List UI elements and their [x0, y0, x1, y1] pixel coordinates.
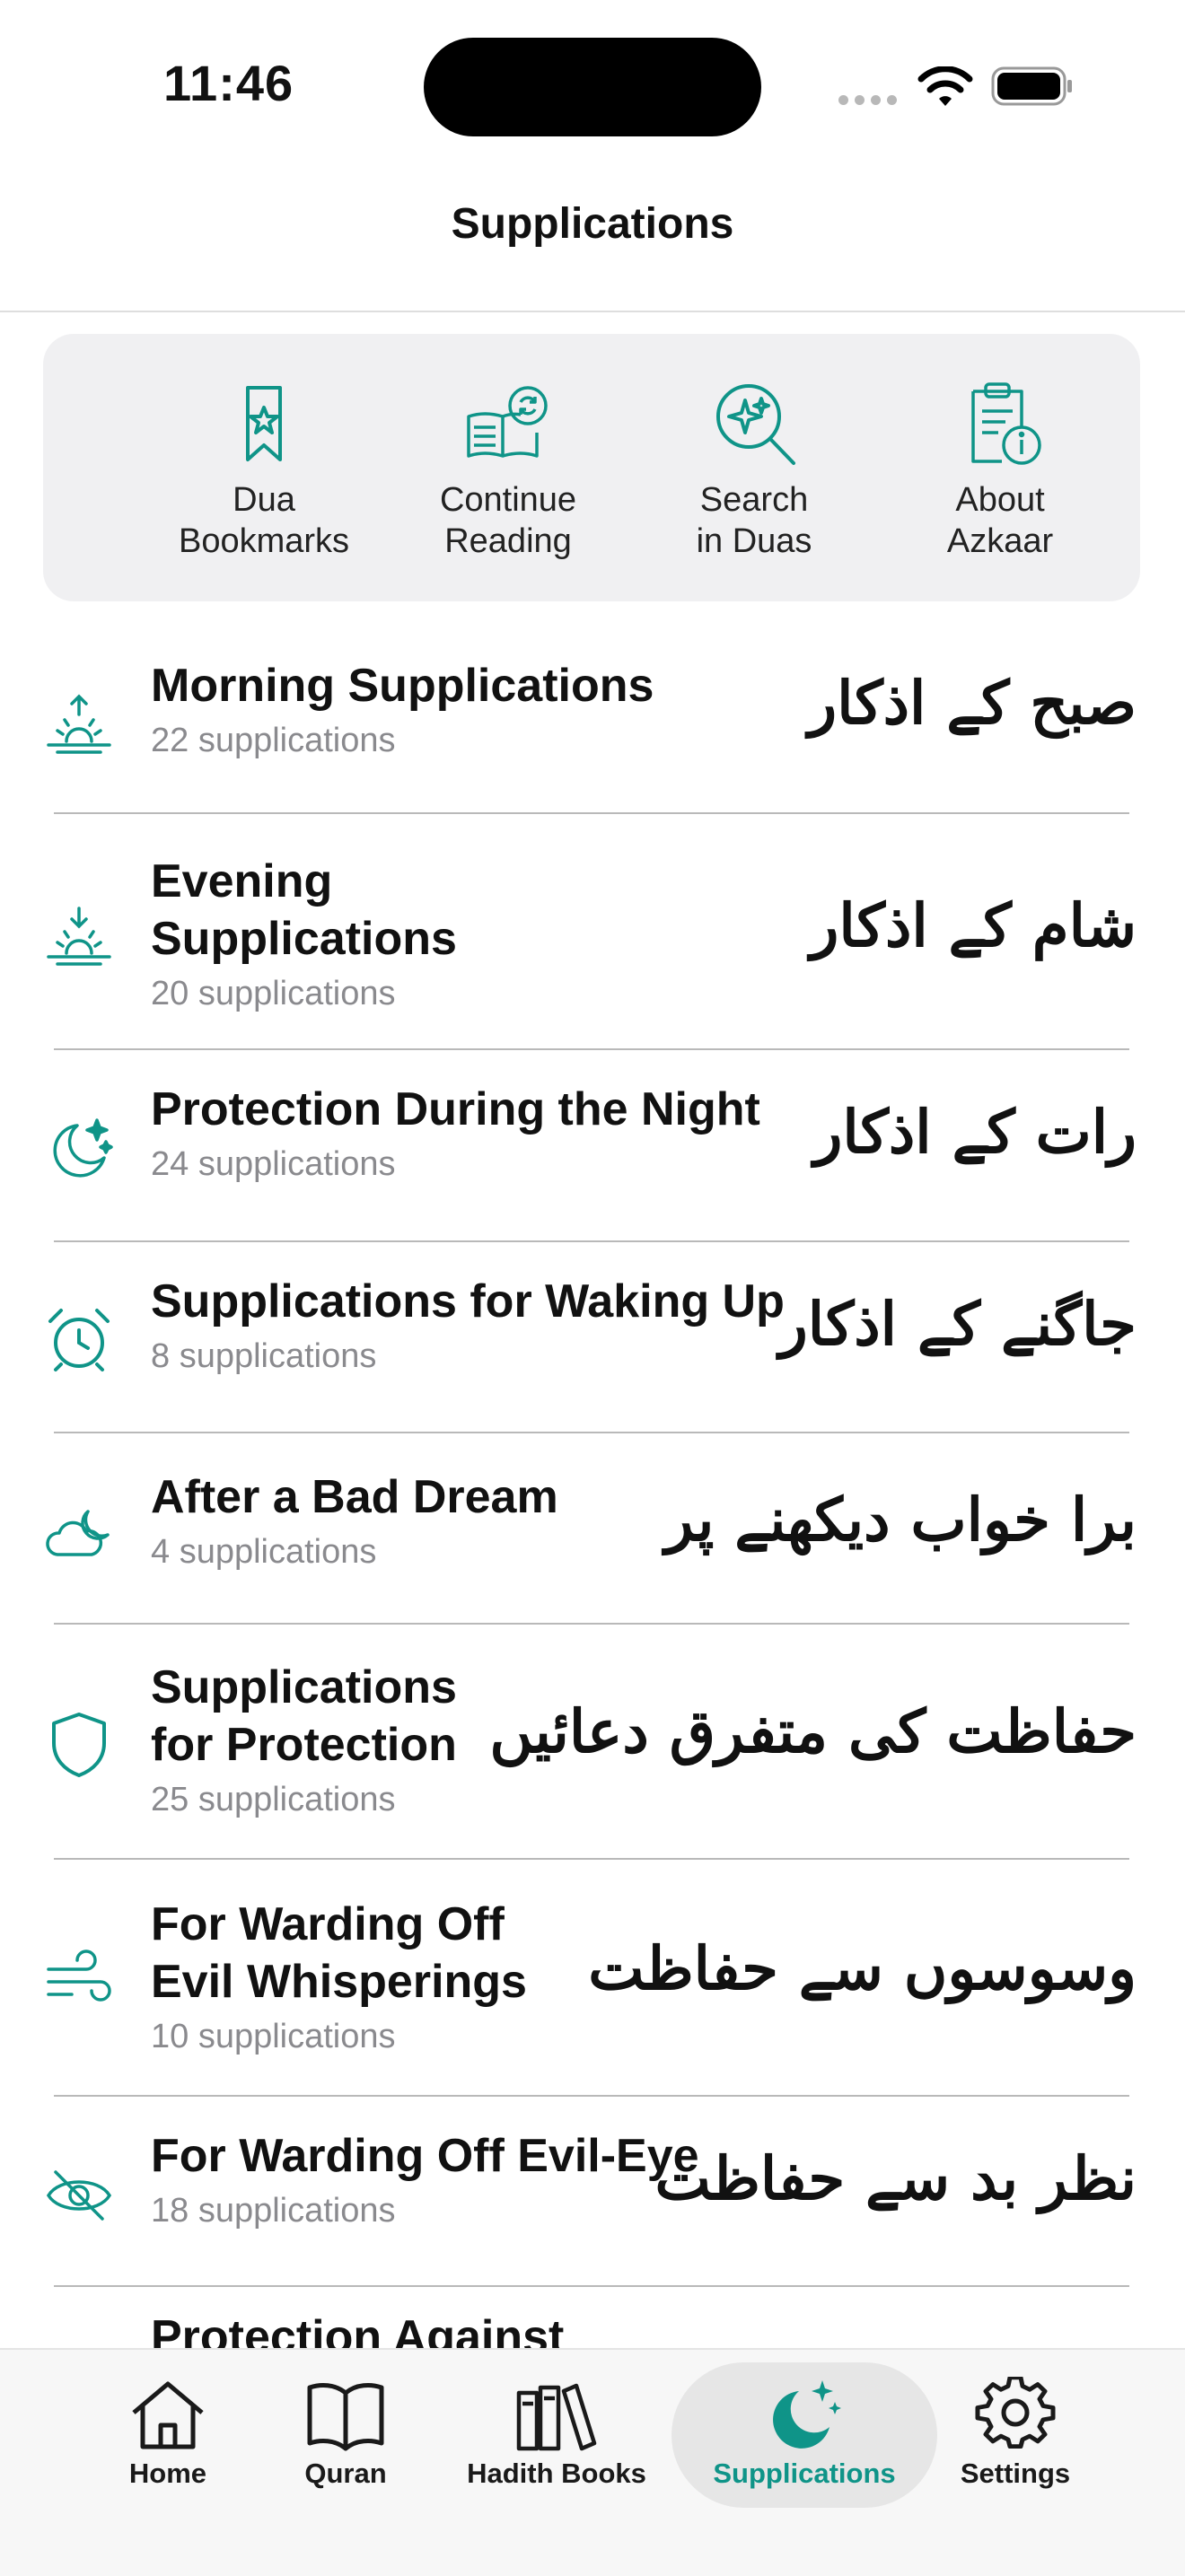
dua-bookmarks-button[interactable]: Dua Bookmarks	[147, 381, 381, 562]
category-urdu-title: رات کے اذکار	[813, 1097, 1137, 1167]
tab-label: Supplications	[713, 2458, 896, 2489]
search-sparkle-icon	[716, 384, 795, 465]
open-book-icon	[307, 2383, 384, 2451]
sunrise-icon	[47, 694, 111, 754]
list-divider	[54, 2285, 1129, 2287]
category-count: 4 supplications	[151, 1533, 377, 1571]
books-icon	[516, 2383, 597, 2451]
moon-stars-icon	[773, 2380, 841, 2449]
dynamic-island	[424, 38, 761, 136]
category-title: Supplications for Protection	[151, 1661, 457, 1771]
bookmark-star-icon	[246, 386, 282, 461]
list-divider	[54, 1048, 1129, 1050]
category-urdu-title: نظر بد سے حفاظت	[654, 2143, 1137, 2213]
tab-bar: Home Quran Hadith Books Supplications Se…	[0, 2348, 1185, 2576]
category-count: 25 supplications	[151, 1781, 396, 1818]
category-title: Supplications for Waking Up	[151, 1275, 785, 1327]
alarm-clock-icon	[48, 1309, 110, 1371]
list-divider	[54, 1240, 1129, 1242]
tab-label: Quran	[304, 2458, 387, 2489]
category-title: For Warding Off Evil Whisperings	[151, 1898, 527, 2008]
category-urdu-title: وسوسوں سے حفاظت	[588, 1933, 1137, 2003]
cellular-signal-icon	[838, 93, 903, 110]
list-divider	[54, 1432, 1129, 1433]
category-title: Morning Supplications	[151, 660, 654, 712]
category-count: 18 supplications	[151, 2192, 396, 2230]
tab-settings[interactable]: Settings	[957, 2377, 1074, 2490]
category-title: After a Bad Dream	[151, 1471, 558, 1523]
sunset-icon	[47, 907, 111, 966]
category-count: 20 supplications	[151, 975, 396, 1012]
status-bar: 11:46	[0, 0, 1185, 171]
book-refresh-icon	[467, 386, 548, 458]
list-divider	[54, 812, 1129, 814]
wind-icon	[47, 1950, 111, 2002]
category-count: 10 supplications	[151, 2018, 396, 2055]
quick-action-label: Search in Duas	[696, 481, 812, 560]
list-divider	[54, 1858, 1129, 1860]
list-divider	[54, 2095, 1129, 2097]
quick-actions-card: Dua Bookmarks Continue Reading Search in…	[43, 334, 1140, 601]
about-azkaar-button[interactable]: About Azkaar	[883, 381, 1117, 562]
gear-icon	[975, 2377, 1056, 2449]
continue-reading-button[interactable]: Continue Reading	[391, 381, 625, 562]
category-urdu-title: حفاظت کی متفرق دعائیں	[489, 1696, 1137, 1766]
house-icon	[132, 2381, 204, 2449]
tab-quran[interactable]: Quran	[296, 2377, 395, 2490]
category-title: Evening Supplications	[151, 855, 457, 965]
category-title: Protection During the Night	[151, 1083, 760, 1135]
quick-action-label: About Azkaar	[946, 481, 1054, 560]
status-time: 11:46	[163, 55, 294, 111]
category-count: 22 supplications	[151, 722, 396, 759]
tab-label: Home	[128, 2458, 207, 2489]
category-title: For Warding Off Evil-Eye	[151, 2130, 699, 2182]
category-count: 24 supplications	[151, 1145, 396, 1183]
cloud-moon-icon	[46, 1510, 110, 1556]
tab-supplications[interactable]: Supplications	[700, 2377, 908, 2490]
battery-icon	[991, 66, 1072, 106]
header-divider	[0, 311, 1185, 312]
search-in-duas-button[interactable]: Search in Duas	[637, 381, 871, 562]
category-urdu-title: شام کے اذکار	[810, 890, 1137, 960]
quick-action-label: Continue Reading	[439, 481, 577, 560]
shield-icon	[52, 1713, 106, 1777]
tab-hadith-books[interactable]: Hadith Books	[467, 2377, 646, 2490]
category-urdu-title: صبح کے اذکار	[808, 668, 1137, 738]
category-urdu-title: جاگنے کے اذکار	[778, 1289, 1137, 1359]
page-title: Supplications	[451, 200, 734, 248]
list-divider	[54, 1623, 1129, 1625]
tab-label: Hadith Books	[467, 2458, 646, 2489]
eye-slash-icon	[46, 2170, 112, 2221]
quick-action-label: Dua Bookmarks	[178, 481, 350, 560]
category-urdu-title: برا خواب دیکھنے پر	[664, 1485, 1137, 1555]
tab-label: Settings	[960, 2458, 1071, 2489]
tab-home[interactable]: Home	[117, 2377, 219, 2490]
category-count: 8 supplications	[151, 1337, 377, 1375]
moon-stars-icon	[53, 1118, 113, 1178]
wifi-icon	[917, 66, 973, 106]
clipboard-info-icon	[971, 382, 1041, 465]
